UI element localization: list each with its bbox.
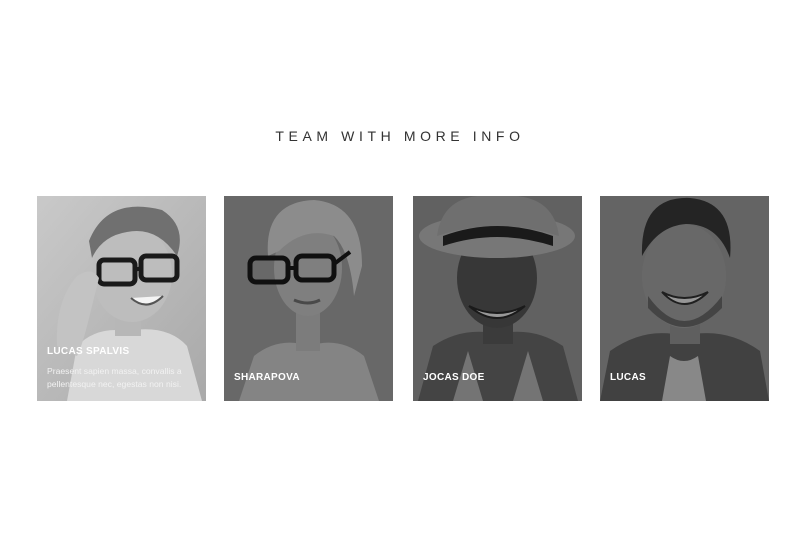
- team-card-sharapova[interactable]: SHARAPOVA: [224, 196, 393, 401]
- card-overlay: [224, 196, 393, 401]
- team-card-jocas-doe[interactable]: JOCAS DOE: [413, 196, 582, 401]
- member-name: JOCAS DOE: [423, 372, 485, 383]
- team-card-lucas[interactable]: LUCAS: [600, 196, 769, 401]
- member-name: LUCAS SPALVIS: [47, 346, 130, 357]
- team-card-lucas-spalvis[interactable]: LUCAS SPALVIS Praesent sapien massa, con…: [37, 196, 206, 401]
- card-overlay: [600, 196, 769, 401]
- member-name: SHARAPOVA: [234, 372, 300, 383]
- member-bio: Praesent sapien massa, convallis a pelle…: [47, 366, 182, 389]
- card-overlay: [413, 196, 582, 401]
- member-name: LUCAS: [610, 372, 646, 383]
- section-title: TEAM WITH MORE INFO: [275, 128, 525, 144]
